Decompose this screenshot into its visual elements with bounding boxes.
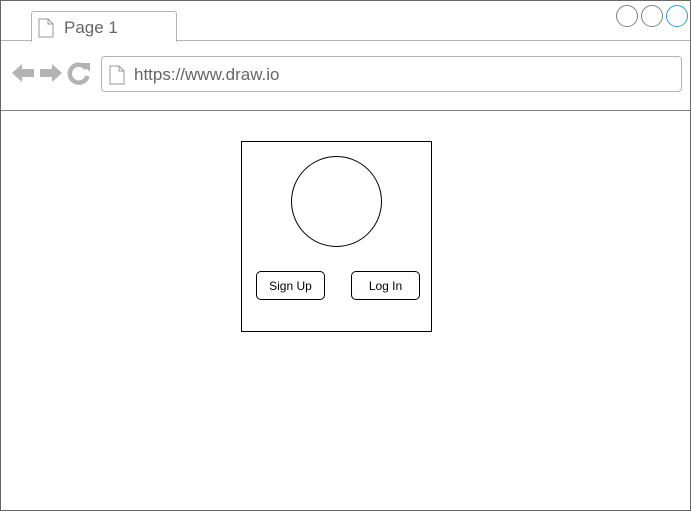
avatar <box>291 156 382 247</box>
toolbar-divider <box>1 110 690 111</box>
back-arrow-icon[interactable] <box>11 61 35 90</box>
minimize-icon[interactable] <box>616 5 638 27</box>
tab-page-1[interactable]: Page 1 <box>31 11 177 42</box>
address-bar[interactable]: https://www.draw.io <box>101 56 682 92</box>
maximize-icon[interactable] <box>641 5 663 27</box>
tab-cover <box>32 39 175 42</box>
tab-label: Page 1 <box>64 18 118 37</box>
url-text[interactable]: https://www.draw.io <box>134 65 280 85</box>
close-icon[interactable] <box>666 5 688 27</box>
log-in-button[interactable]: Log In <box>351 271 420 300</box>
login-card: Sign Up Log In <box>241 141 432 332</box>
document-icon <box>109 65 125 90</box>
forward-arrow-icon[interactable] <box>39 61 63 90</box>
window-controls <box>616 5 688 27</box>
reload-icon[interactable] <box>67 61 91 90</box>
sign-up-button[interactable]: Sign Up <box>256 271 325 300</box>
browser-window: Page 1 https://www.draw.io Sign Up Log I… <box>0 0 691 511</box>
navigation-buttons <box>11 61 91 90</box>
